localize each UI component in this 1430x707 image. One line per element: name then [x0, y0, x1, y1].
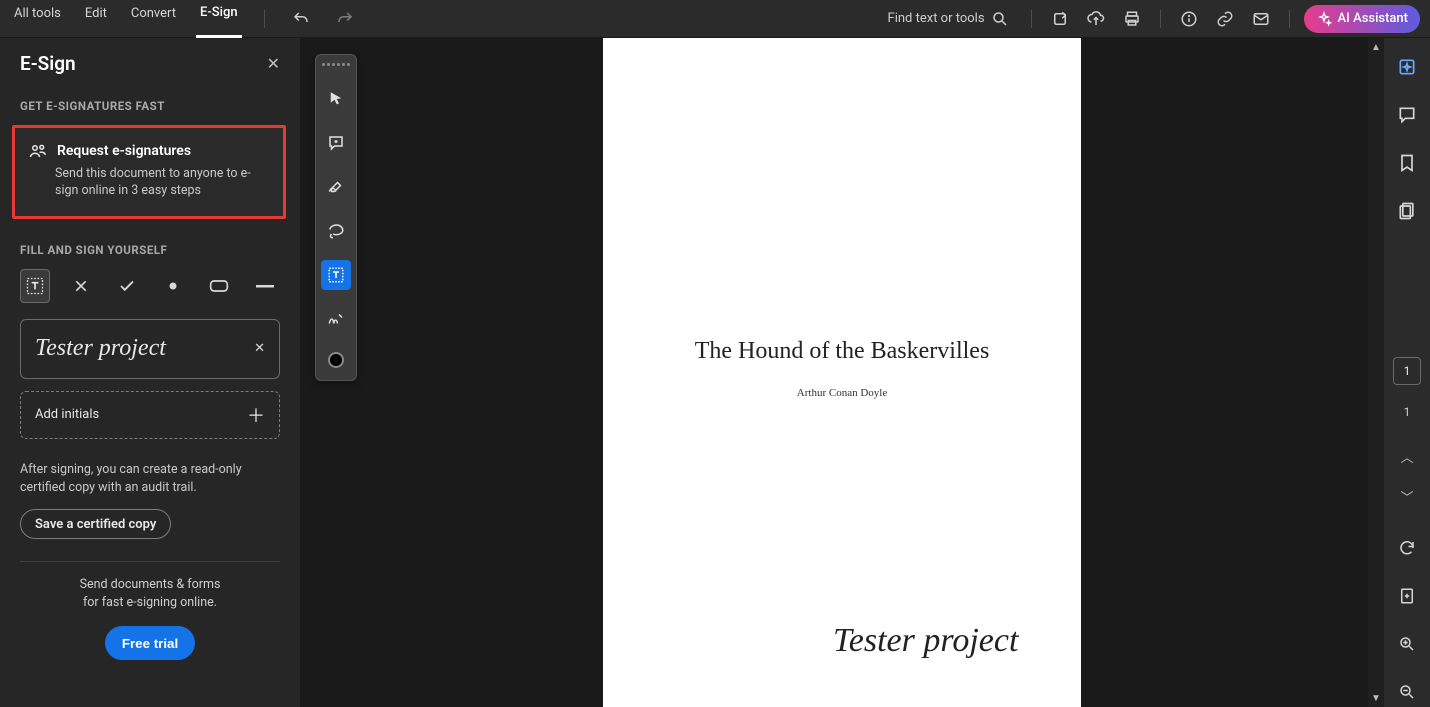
x-mark[interactable] [66, 269, 96, 303]
section-get-signatures: GET E-SIGNATURES FAST [20, 99, 280, 113]
draw-icon[interactable] [321, 172, 351, 202]
tab-edit[interactable]: Edit [81, 0, 111, 38]
tab-esign[interactable]: E-Sign [196, 0, 242, 38]
add-initials-label: Add initials [35, 407, 99, 422]
scroll-up-icon[interactable]: ▲ [1368, 38, 1384, 56]
redo-icon[interactable] [331, 5, 359, 33]
panel-title: E-Sign [20, 52, 76, 75]
chevron-up-icon[interactable]: ︿ [1394, 445, 1420, 467]
plus-icon: ＋ [247, 402, 265, 428]
free-trial-button[interactable]: Free trial [105, 626, 195, 660]
pages-icon[interactable] [1392, 196, 1422, 226]
separator [1031, 10, 1032, 28]
separator [1160, 10, 1161, 28]
print-icon[interactable] [1118, 5, 1146, 33]
search-icon [991, 10, 1009, 28]
roundrect-mark[interactable] [204, 269, 234, 303]
send-docs-text: Send documents & formsfor fast e-signing… [20, 576, 280, 612]
search-label: Find text or tools [888, 11, 985, 26]
doc-author: Arthur Conan Doyle [603, 387, 1081, 399]
fit-icon[interactable] [1392, 581, 1422, 611]
textbox-icon[interactable] [321, 260, 351, 290]
page-total: 1 [1404, 405, 1411, 419]
topbar-tabs: All tools Edit Convert E-Sign [10, 0, 359, 38]
request-esignatures-card[interactable]: Request e-signatures Send this document … [12, 125, 286, 219]
page-current[interactable]: 1 [1393, 357, 1421, 385]
certified-copy-hint: After signing, you can create a read-onl… [20, 461, 280, 497]
section-fill-sign: FILL AND SIGN YOURSELF [20, 243, 280, 257]
document-area: The Hound of the Baskervilles Arthur Con… [300, 38, 1384, 707]
link-icon[interactable] [1211, 5, 1239, 33]
dock-drag-handle[interactable] [322, 63, 350, 66]
dot-mark[interactable] [158, 269, 188, 303]
color-swatch[interactable] [328, 352, 344, 368]
zoom-in-icon[interactable] [1392, 629, 1422, 659]
separator [264, 10, 265, 28]
save-certified-button[interactable]: Save a certified copy [20, 509, 171, 539]
document-page[interactable]: The Hound of the Baskervilles Arthur Con… [603, 38, 1081, 707]
close-icon[interactable]: ✕ [267, 54, 280, 73]
people-icon [29, 142, 47, 160]
topbar-right: Find text or tools AI Assistant [888, 5, 1420, 33]
zoom-out-icon[interactable] [1392, 677, 1422, 707]
pointer-icon[interactable] [321, 84, 351, 114]
fill-sign-tools [20, 269, 280, 303]
check-mark[interactable] [112, 269, 142, 303]
vertical-scrollbar[interactable]: ▲ ▼ [1368, 38, 1384, 707]
doc-title: The Hound of the Baskervilles [603, 338, 1081, 365]
request-title: Request e-signatures [57, 143, 191, 159]
tab-convert[interactable]: Convert [127, 0, 180, 38]
ai-spark-icon [1316, 11, 1332, 27]
scroll-down-icon[interactable]: ▼ [1368, 689, 1384, 707]
doc-signature[interactable]: Tester project [833, 622, 1018, 660]
ai-assistant-button[interactable]: AI Assistant [1304, 5, 1420, 33]
esign-panel: E-Sign ✕ GET E-SIGNATURES FAST Request e… [0, 38, 300, 707]
refresh-icon[interactable] [1392, 533, 1422, 563]
tool-dock[interactable] [315, 54, 357, 381]
text-tool[interactable] [20, 269, 50, 303]
remove-signature-icon[interactable]: ✕ [254, 341, 265, 356]
signature-box[interactable]: Tester project ✕ [20, 319, 280, 379]
undo-icon[interactable] [287, 5, 315, 33]
ai-assistant-label: AI Assistant [1338, 11, 1408, 26]
cloud-icon[interactable] [1082, 5, 1110, 33]
tab-all-tools[interactable]: All tools [10, 0, 65, 38]
mail-icon[interactable] [1247, 5, 1275, 33]
separator [1289, 10, 1290, 28]
add-initials-box[interactable]: Add initials ＋ [20, 391, 280, 439]
comment-icon[interactable] [321, 128, 351, 158]
divider [20, 561, 280, 562]
chevron-down-icon[interactable]: ﹀ [1394, 485, 1420, 507]
comments-icon[interactable] [1392, 100, 1422, 130]
right-rail: 1 1 ︿ ﹀ [1384, 38, 1430, 707]
signature-icon[interactable] [321, 304, 351, 334]
request-description: Send this document to anyone to e-sign o… [55, 166, 269, 200]
topbar: All tools Edit Convert E-Sign Find text … [0, 0, 1430, 38]
dash-mark[interactable] [250, 269, 280, 303]
export-icon[interactable] [1046, 5, 1074, 33]
search-group[interactable]: Find text or tools [888, 10, 1009, 28]
generative-icon[interactable] [1392, 52, 1422, 82]
info-icon[interactable] [1175, 5, 1203, 33]
scroll-track[interactable] [1368, 56, 1384, 689]
lasso-icon[interactable] [321, 216, 351, 246]
bookmark-icon[interactable] [1392, 148, 1422, 178]
signature-preview: Tester project [35, 335, 166, 362]
